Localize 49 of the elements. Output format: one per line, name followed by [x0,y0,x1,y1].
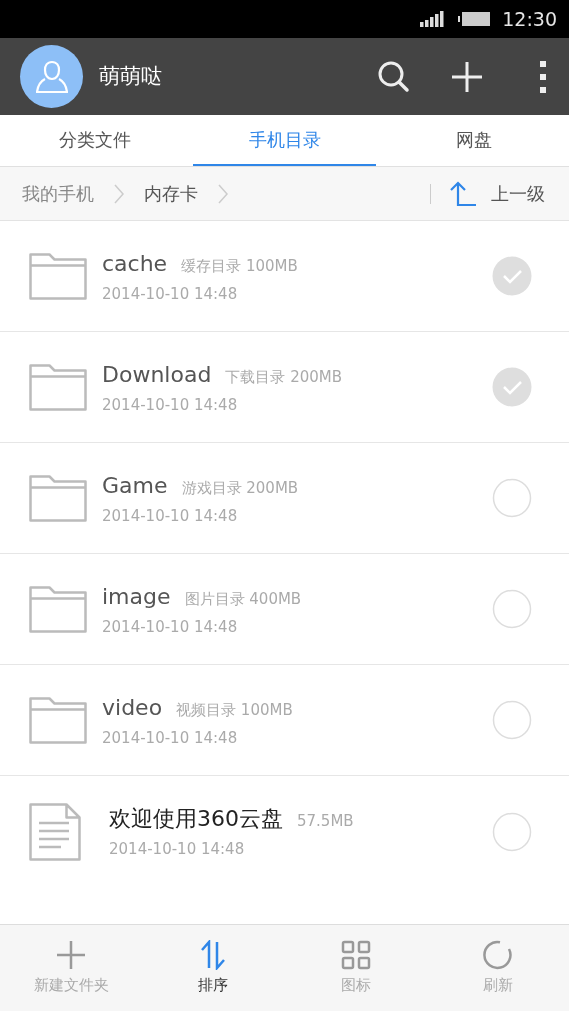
file-name: 欢迎使用360云盘 [109,805,283,834]
search-icon[interactable] [377,59,411,94]
status-time: 12:30 [502,6,557,32]
file-date: 2014-10-10 14:48 [102,727,239,749]
folder-icon [29,363,87,411]
file-name: Download [102,360,212,389]
folder-icon [29,252,87,300]
battery-icon [458,12,491,26]
file-date: 2014-10-10 14:48 [102,616,239,638]
grid-icon [340,939,371,970]
more-icon[interactable] [539,60,547,93]
folder-icon [29,696,87,744]
up-level-button[interactable]: 上一级 [449,180,545,207]
file-date: 2014-10-10 14:48 [102,394,239,416]
checkbox[interactable] [492,589,532,629]
file-date: 2014-10-10 14:48 [102,283,239,305]
plus-icon [56,939,87,970]
folder-icon [29,474,87,522]
up-arrow-icon [449,180,477,207]
document-icon [29,802,81,861]
signal-icon [420,11,447,27]
file-name: image [102,582,171,611]
checkbox[interactable] [492,367,532,407]
file-info: 下载目录 200MB [225,366,342,388]
folder-icon [29,585,87,633]
username: 萌萌哒 [99,62,163,90]
breadcrumb-item[interactable]: 内存卡 [144,180,198,207]
tab[interactable]: 分类文件 [3,115,187,166]
plus-icon[interactable] [451,60,483,93]
chevron-icon [218,183,228,204]
file-date: 2014-10-10 14:48 [109,839,246,861]
checkbox[interactable] [492,811,532,852]
tab[interactable]: 网盘 [382,115,566,166]
checkbox[interactable] [492,256,532,296]
file-name: Game [102,471,168,500]
chevron-icon [114,183,124,204]
file-info: 视频目录 100MB [176,699,293,721]
person-icon [35,59,68,94]
file-date: 2014-10-10 14:48 [102,505,239,527]
file-info: 57.5MB [297,811,354,833]
refresh-icon [482,939,513,970]
checkbox[interactable] [492,700,532,740]
file-info: 图片目录 400MB [184,588,302,610]
checkbox[interactable] [492,478,532,518]
toolbar-button[interactable]: 排序 [142,925,285,1011]
file-info: 游戏目录 200MB [181,477,299,499]
file-name: video [102,693,163,722]
file-info: 缓存目录 100MB [181,255,298,277]
file-name: cache [102,249,168,278]
